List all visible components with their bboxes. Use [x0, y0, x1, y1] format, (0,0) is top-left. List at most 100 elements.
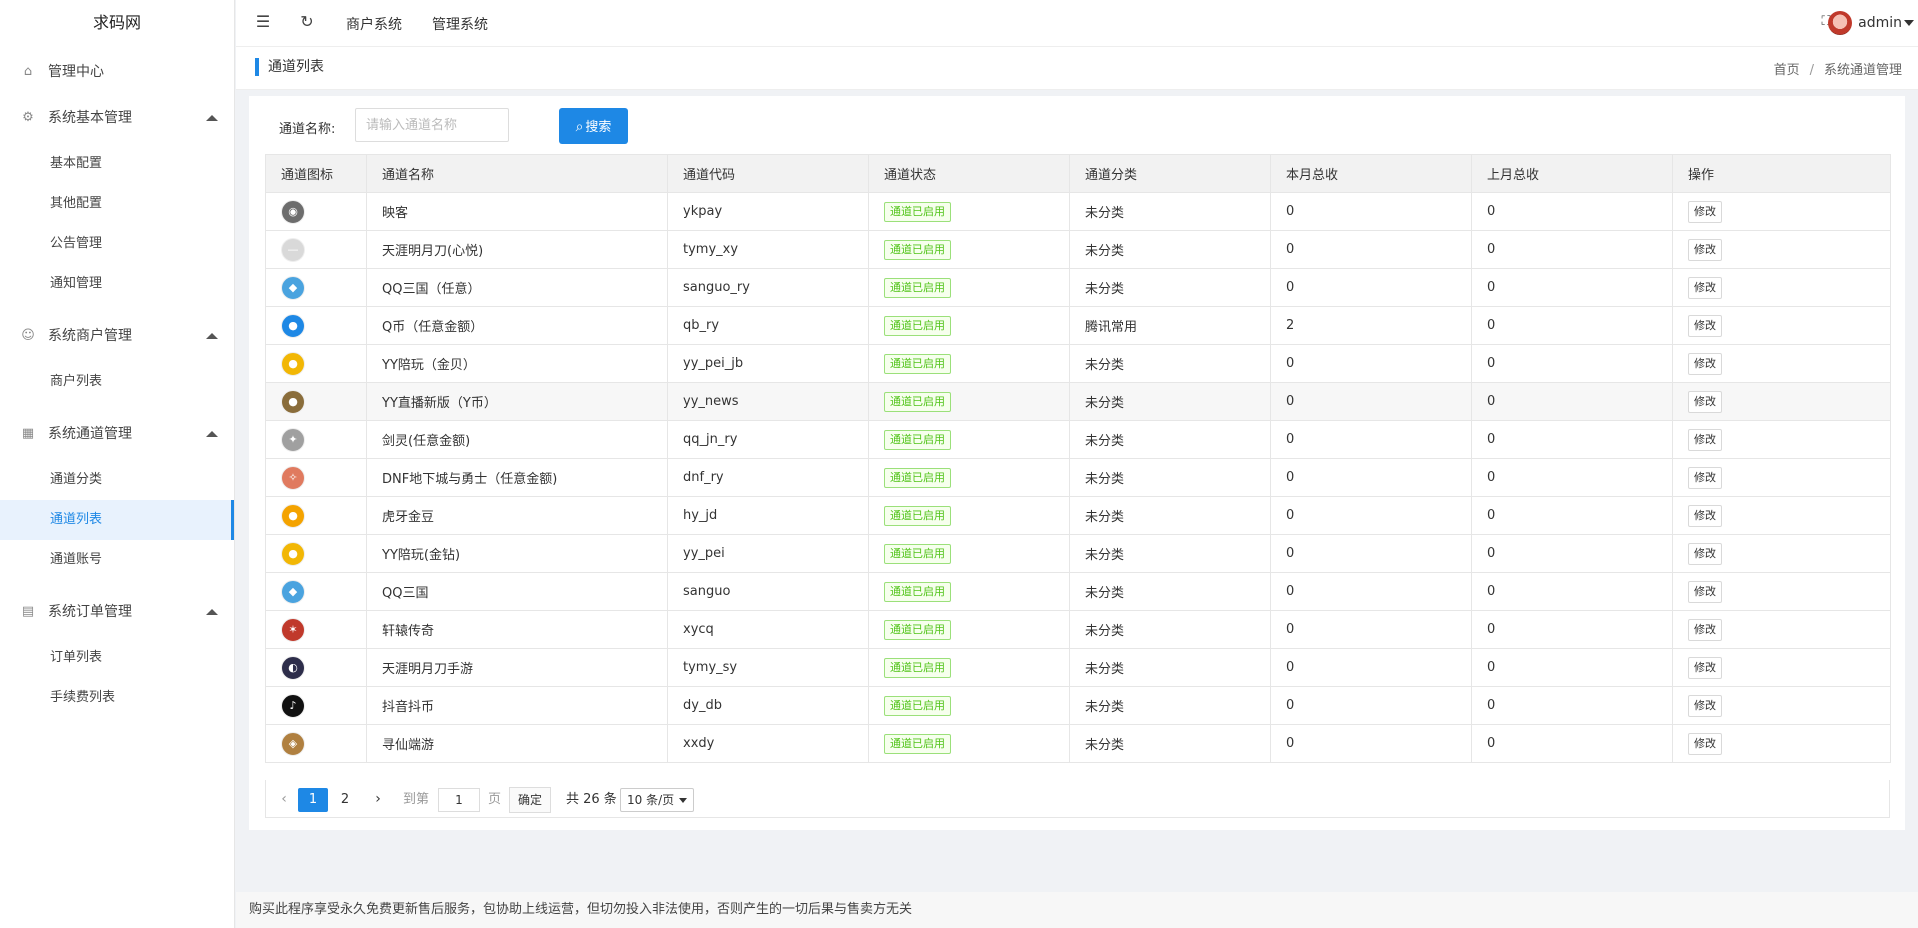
channel-code: tymy_xy: [667, 230, 869, 269]
action-cell: 修改: [1672, 458, 1891, 497]
channel-name-search-input[interactable]: [355, 108, 509, 142]
user-menu[interactable]: admin: [1828, 10, 1914, 36]
channel-status-cell: 通道已启用: [868, 230, 1070, 269]
this-month-total: 0: [1270, 534, 1472, 573]
yy-bear-icon: ●: [281, 351, 305, 376]
sidebar-menu: ⌂ 管理中心 ⚙ 系统基本管理 基本配置 其他配置 公告管理 通知管理 ☺ 系统…: [0, 52, 234, 724]
this-month-total: 0: [1270, 230, 1472, 269]
tymy-mobile-icon: ◐: [281, 655, 305, 680]
action-cell: 修改: [1672, 496, 1891, 535]
page-size-select[interactable]: 10 条/页: [620, 788, 695, 812]
last-month-total: 0: [1471, 724, 1673, 763]
page-button-2[interactable]: 2: [330, 788, 360, 812]
pagination: ‹ 1 2 › 到第 页 确定 共 26 条 10 条/页: [265, 780, 1890, 818]
edit-button[interactable]: 修改: [1688, 390, 1722, 413]
edit-button[interactable]: 修改: [1688, 200, 1722, 223]
jianling-icon: ✦: [281, 427, 305, 452]
status-badge: 通道已启用: [884, 201, 951, 222]
channel-icon-cell: ✧: [265, 458, 367, 497]
user-icon: ☺: [21, 328, 35, 343]
prev-page-icon[interactable]: ‹: [274, 788, 294, 810]
edit-button[interactable]: 修改: [1688, 656, 1722, 679]
brand-logo: 求码网: [92, 13, 141, 32]
sidebar-item-basic-config[interactable]: 基本配置: [0, 144, 234, 184]
edit-button[interactable]: 修改: [1688, 542, 1722, 565]
sidebar-group-channel[interactable]: ▦ 系统通道管理: [0, 414, 234, 454]
channel-category: 未分类: [1069, 534, 1271, 573]
channel-name: 虎牙金豆: [366, 496, 668, 535]
edit-button[interactable]: 修改: [1688, 694, 1722, 717]
channel-code: qb_ry: [667, 306, 869, 345]
channel-status-cell: 通道已启用: [868, 572, 1070, 611]
channel-icon-cell: ◈: [265, 724, 367, 763]
sidebar-item-order-list[interactable]: 订单列表: [0, 638, 234, 678]
last-month-total: 0: [1471, 306, 1673, 345]
sidebar-group-merchant[interactable]: ☺ 系统商户管理: [0, 316, 234, 356]
content-card: 通道名称: ⌕搜索 通道图标 通道名称 通道代码 通道状态 通道分类 本月总收 …: [249, 96, 1905, 830]
edit-button[interactable]: 修改: [1688, 580, 1722, 603]
goto-page-input[interactable]: [438, 788, 480, 812]
action-cell: 修改: [1672, 610, 1891, 649]
sidebar-group-order[interactable]: ▤ 系统订单管理: [0, 592, 234, 632]
edit-button[interactable]: 修改: [1688, 618, 1722, 641]
refresh-icon[interactable]: ↻: [297, 12, 317, 32]
table-row: ✦ 剑灵(任意金额) qq_jn_ry 通道已启用 未分类 0 0 修改: [265, 420, 1891, 459]
column-header: 上月总收: [1471, 154, 1673, 193]
channel-status-cell: 通道已启用: [868, 610, 1070, 649]
status-badge: 通道已启用: [884, 391, 951, 412]
status-badge: 通道已启用: [884, 353, 951, 374]
sidebar-item-other-config[interactable]: 其他配置: [0, 184, 234, 224]
breadcrumb: 首页 / 系统通道管理: [1774, 59, 1902, 78]
edit-button[interactable]: 修改: [1688, 504, 1722, 527]
page-title: 通道列表: [255, 58, 324, 76]
breadcrumb-home[interactable]: 首页: [1774, 63, 1800, 78]
edit-button[interactable]: 修改: [1688, 238, 1722, 261]
edit-button[interactable]: 修改: [1688, 428, 1722, 451]
channel-name: YY陪玩（金贝）: [366, 344, 668, 383]
channel-status-cell: 通道已启用: [868, 534, 1070, 573]
next-page-icon[interactable]: ›: [368, 788, 388, 810]
page-button-1[interactable]: 1: [298, 788, 328, 812]
sidebar-item-channel-account[interactable]: 通道账号: [0, 540, 234, 580]
sidebar-group-basic[interactable]: ⚙ 系统基本管理: [0, 98, 234, 138]
edit-button[interactable]: 修改: [1688, 276, 1722, 299]
nav-link-admin-system[interactable]: 管理系统: [432, 14, 488, 34]
sidebar-item-channel-category[interactable]: 通道分类: [0, 460, 234, 500]
column-header: 通道名称: [366, 154, 668, 193]
menu-group-order: ▤ 系统订单管理 订单列表 手续费列表: [0, 592, 234, 724]
channel-icon-cell: ●: [265, 344, 367, 383]
status-badge: 通道已启用: [884, 239, 951, 260]
channel-category: 未分类: [1069, 268, 1271, 307]
xuanyuan-icon: ✶: [281, 617, 305, 642]
this-month-total: 0: [1270, 724, 1472, 763]
this-month-total: 0: [1270, 648, 1472, 687]
page-header: 通道列表 首页 / 系统通道管理: [236, 47, 1918, 90]
this-month-total: 0: [1270, 458, 1472, 497]
goto-confirm-button[interactable]: 确定: [509, 787, 552, 813]
this-month-total: 0: [1270, 192, 1472, 231]
edit-button[interactable]: 修改: [1688, 352, 1722, 375]
edit-button[interactable]: 修改: [1688, 466, 1722, 489]
channel-category: 未分类: [1069, 686, 1271, 725]
search-label: 通道名称:: [279, 122, 336, 137]
sidebar-item-channel-list[interactable]: 通道列表: [0, 500, 234, 540]
sidebar-item-announcements[interactable]: 公告管理: [0, 224, 234, 264]
edit-button[interactable]: 修改: [1688, 732, 1722, 755]
sidebar-group-label: 系统商户管理: [48, 328, 132, 344]
search-button[interactable]: ⌕ 搜索: [559, 108, 628, 144]
table-row: ◐ 天涯明月刀手游 tymy_sy 通道已启用 未分类 0 0 修改: [265, 648, 1891, 687]
sidebar-item-merchant-list[interactable]: 商户列表: [0, 362, 234, 402]
action-cell: 修改: [1672, 268, 1891, 307]
menu-group-merchant: ☺ 系统商户管理 商户列表: [0, 316, 234, 408]
edit-button[interactable]: 修改: [1688, 314, 1722, 337]
nav-link-merchant-system[interactable]: 商户系统: [346, 14, 402, 34]
channel-status-cell: 通道已启用: [868, 344, 1070, 383]
sidebar-item-dashboard[interactable]: ⌂ 管理中心: [0, 52, 234, 92]
last-month-total: 0: [1471, 648, 1673, 687]
chevron-up-icon: [206, 431, 218, 437]
menu-fold-icon[interactable]: ☰: [253, 12, 273, 32]
sidebar-item-fee-list[interactable]: 手续费列表: [0, 678, 234, 718]
action-cell: 修改: [1672, 306, 1891, 345]
channel-name: 剑灵(任意金额): [366, 420, 668, 459]
sidebar-item-notifications[interactable]: 通知管理: [0, 264, 234, 304]
